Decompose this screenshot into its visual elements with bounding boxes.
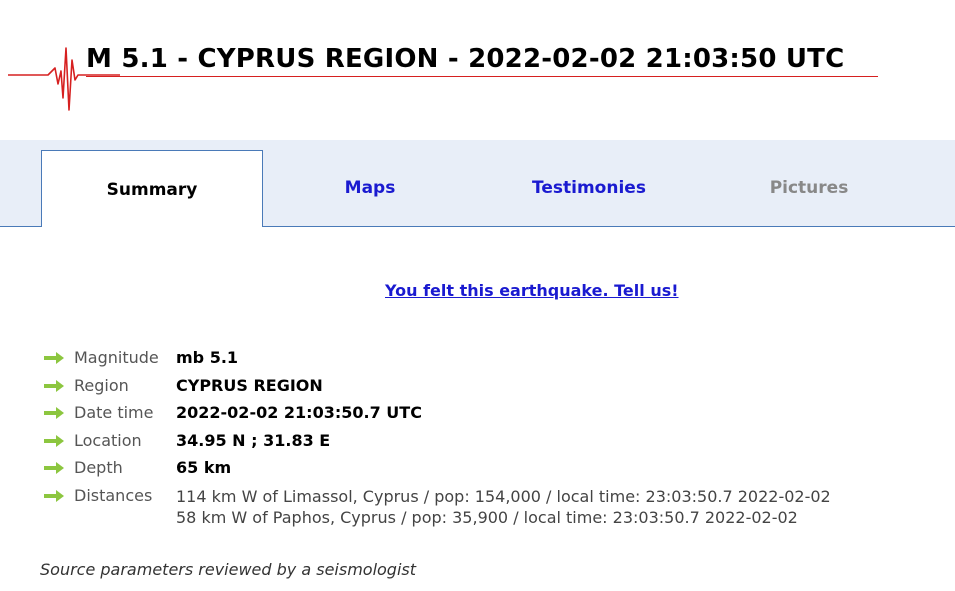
param-value: CYPRUS REGION [176, 375, 323, 395]
arrow-right-icon [44, 407, 64, 419]
arrow-right-icon [44, 462, 64, 474]
param-value: mb 5.1 [176, 348, 239, 367]
param-value: 34.95 N ; 31.83 E [176, 430, 331, 450]
param-label: Location [74, 430, 142, 450]
tab-testimonies[interactable]: Testimonies [479, 150, 699, 226]
param-label: Region [74, 375, 129, 395]
tab-pictures: Pictures [769, 178, 849, 198]
page-title: M 5.1 - CYPRUS REGION - 2022-02-02 21:03… [86, 44, 845, 74]
tab-maps[interactable]: Maps [260, 150, 480, 226]
source-note: Source parameters reviewed by a seismolo… [40, 560, 417, 579]
distance-line: 58 km W of Paphos, Cyprus / pop: 35,900 … [176, 507, 798, 527]
event-page: M 5.1 - CYPRUS REGION - 2022-02-02 21:03… [0, 0, 955, 591]
distance-line: 114 km W of Limassol, Cyprus / pop: 154,… [176, 486, 831, 506]
felt-earthquake-link[interactable]: You felt this earthquake. Tell us! [385, 281, 679, 300]
param-label: Distances [74, 485, 153, 505]
param-value: 65 km [176, 458, 232, 477]
arrow-right-icon [44, 489, 64, 502]
arrow-right-icon [44, 434, 64, 447]
tab-bar: Summary Maps Testimonies Pictures [0, 140, 955, 227]
param-value: 2022-02-02 21:03:50.7 UTC [176, 403, 422, 422]
tab-summary[interactable]: Summary [41, 150, 263, 227]
title-underline [86, 76, 878, 77]
distances-list: 114 km W of Limassol, Cyprus / pop: 154,… [176, 486, 831, 528]
header: M 5.1 - CYPRUS REGION - 2022-02-02 21:03… [0, 0, 955, 130]
arrow-right-icon [44, 352, 64, 364]
param-label: Date time [74, 403, 154, 422]
param-label: Depth [74, 458, 123, 477]
param-label: Magnitude [74, 348, 159, 367]
arrow-right-icon [44, 379, 64, 392]
